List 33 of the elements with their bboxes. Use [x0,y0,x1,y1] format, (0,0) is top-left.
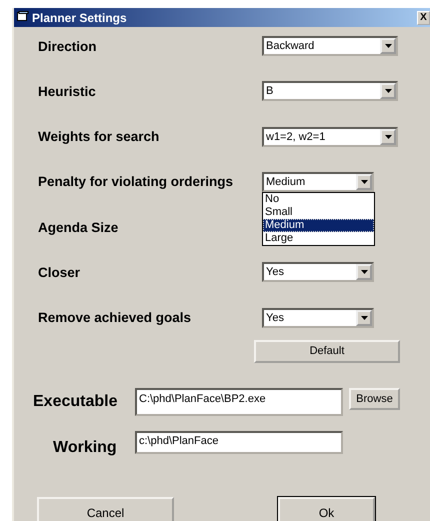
dropdown-value: Backward [265,40,316,52]
dropdown-value: B [265,85,274,98]
dropdown-value: Yes [265,266,285,278]
close-button[interactable]: X [417,10,430,24]
setting-label: Penalty for violating orderings [37,174,234,190]
dropdown-value: Medium [265,176,306,188]
working-label: Working [52,438,118,457]
dropdown[interactable]: Yes [262,262,374,282]
cancel-button[interactable]: Cancel [37,496,174,521]
dropdown-option[interactable]: Large [263,232,374,245]
window-title: Planner Settings [32,10,128,24]
setting-label: Direction [37,38,98,54]
setting-label: Remove achieved goals [37,310,192,326]
dropdown[interactable]: w1=2, w2=1 [262,126,398,147]
dropdown[interactable]: Backward [262,36,398,56]
browse-button[interactable]: Browse [349,388,400,410]
setting-label: Weights for search [37,129,160,144]
dropdown[interactable]: Medium [262,172,374,192]
dropdown-value: w1=2, w2=1 [265,130,326,143]
dropdown-option[interactable]: Small [263,206,374,219]
setting-label: Agenda Size [37,220,120,235]
ok-button[interactable]: Ok [278,496,375,521]
setting-label: Heuristic [37,84,97,99]
dropdown-option[interactable]: Medium [263,218,374,232]
dropdown-value: Yes [265,312,285,324]
dropdown[interactable]: Yes [262,308,374,328]
default-button[interactable]: Default [254,340,400,363]
setting-label: Closer [37,264,82,280]
dropdown-option[interactable]: No [263,192,374,206]
executable-label: Executable [32,392,118,411]
executable-path-field[interactable]: C:\phd\PlanFace\BP2.exe [135,388,343,416]
dropdown[interactable]: B [262,81,398,102]
working-path-field[interactable]: c:\phd\PlanFace [135,431,343,454]
